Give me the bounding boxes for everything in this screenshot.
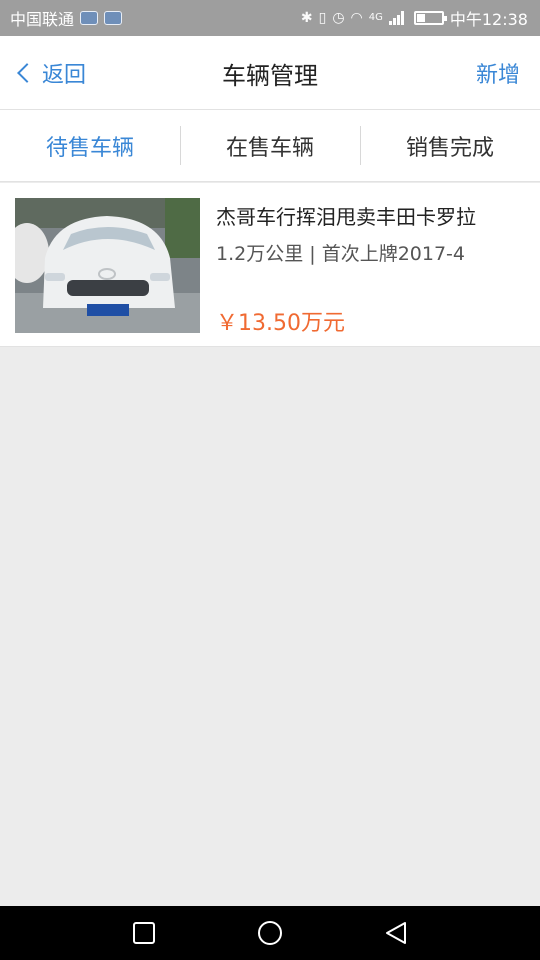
wifi-icon: ◠ <box>350 10 363 26</box>
status-left: 中国联通 <box>10 6 123 30</box>
alarm-icon: ◷ <box>332 10 345 26</box>
notification-icon <box>104 11 123 25</box>
tab-pending-sale[interactable]: 待售车辆 <box>0 110 180 181</box>
status-right: ✱ ▯ ◷ ◠ 4G 中午12:38 <box>301 6 528 30</box>
triangle-back-icon <box>386 922 406 944</box>
vehicle-list: 杰哥车行挥泪甩卖丰田卡罗拉 1.2万公里 | 首次上牌2017-4 ￥13.50… <box>0 183 540 347</box>
add-vehicle-button[interactable]: 新增 <box>476 36 520 110</box>
back-button[interactable]: 返回 <box>14 36 86 110</box>
clock-label: 中午12:38 <box>449 10 528 29</box>
circle-icon <box>258 921 282 945</box>
network-type-label: 4G <box>368 12 383 23</box>
system-nav-bar <box>0 906 540 960</box>
vehicle-photo <box>15 198 200 333</box>
system-back-button[interactable] <box>376 913 416 953</box>
vehicle-mileage-registration: 1.2万公里 | 首次上牌2017-4 <box>216 243 465 265</box>
carrier-label: 中国联通 <box>10 10 75 29</box>
battery-icon <box>413 11 447 25</box>
square-icon <box>133 922 155 944</box>
tab-on-sale[interactable]: 在售车辆 <box>180 110 360 181</box>
status-bar: 中国联通 ✱ ▯ ◷ ◠ 4G 中午12:38 <box>0 0 540 36</box>
status-tabs: 待售车辆 在售车辆 销售完成 <box>0 110 540 182</box>
app-header: 返回 车辆管理 新增 <box>0 36 540 110</box>
tab-sold[interactable]: 销售完成 <box>360 110 540 181</box>
vehicle-title: 杰哥车行挥泪甩卖丰田卡罗拉 <box>216 205 476 229</box>
sim-card-icon <box>80 11 99 25</box>
bluetooth-icon: ✱ <box>300 10 313 26</box>
vehicle-price: ￥13.50万元 <box>216 311 345 336</box>
home-button[interactable] <box>250 913 290 953</box>
vehicle-card[interactable]: 杰哥车行挥泪甩卖丰田卡罗拉 1.2万公里 | 首次上牌2017-4 ￥13.50… <box>0 183 540 347</box>
vibrate-icon: ▯ <box>318 10 327 26</box>
back-label: 返回 <box>42 63 87 88</box>
recents-button[interactable] <box>124 913 164 953</box>
signal-icon <box>388 11 404 25</box>
chevron-left-icon <box>17 63 37 83</box>
